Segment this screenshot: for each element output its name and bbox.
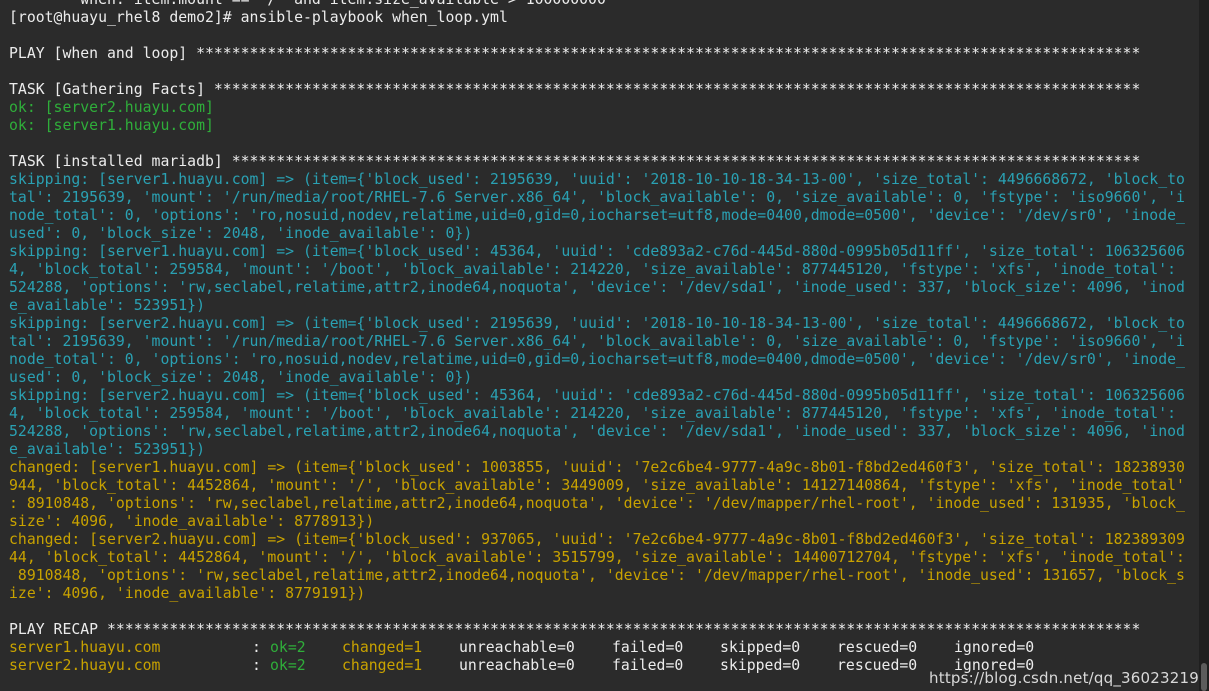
terminal-line: when: item.mount == '/' and item.size_av… <box>9 0 606 9</box>
recap-failed: failed=0 <box>612 639 684 656</box>
terminal-line: 44, 'block_total': 4452864, 'mount': '/'… <box>9 549 1185 566</box>
recap-ignored: ignored=0 <box>954 639 1035 656</box>
terminal-line: 944, 'block_total': 4452864, 'mount': '/… <box>9 477 1185 494</box>
terminal-line: ize': 4096, 'inode_available': 8779191}) <box>9 585 366 602</box>
recap-rescued: rescued=0 <box>837 657 918 674</box>
terminal-line: e_available': 523951}) <box>9 441 205 458</box>
terminal-line: TASK [Gathering Facts] *****************… <box>9 81 1141 98</box>
terminal-line: skipping: [server1.huayu.com] => (item={… <box>9 171 1185 188</box>
recap-ok: ok=2 <box>270 657 306 674</box>
terminal-line: used': 0, 'block_size': 2048, 'inode_ava… <box>9 369 473 386</box>
terminal-line: 4, 'block_total': 259584, 'mount': '/boo… <box>9 405 1177 422</box>
terminal-line: e_available': 523951}) <box>9 297 205 314</box>
terminal-line: skipping: [server1.huayu.com] => (item={… <box>9 243 1185 260</box>
terminal-line: PLAY [when and loop] *******************… <box>9 45 1141 62</box>
recap-skipped: skipped=0 <box>720 639 801 656</box>
recap-rescued: rescued=0 <box>837 639 918 656</box>
terminal-line: 524288, 'options': 'rw,seclabel,relatime… <box>9 279 1185 296</box>
terminal-line: used': 0, 'block_size': 2048, 'inode_ava… <box>9 225 473 242</box>
recap-changed: changed=1 <box>342 639 423 656</box>
terminal-line: TASK [installed mariadb] ***************… <box>9 153 1141 170</box>
terminal-line: tal': 2195639, 'mount': '/run/media/root… <box>9 333 1185 350</box>
recap-failed: failed=0 <box>612 657 684 674</box>
recap-sep: : <box>252 657 270 674</box>
terminal-output[interactable]: when: item.mount == '/' and item.size_av… <box>0 0 1199 691</box>
recap-unreachable: unreachable=0 <box>459 639 575 656</box>
recap-unreachable: unreachable=0 <box>459 657 575 674</box>
scrollbar[interactable] <box>1199 0 1209 691</box>
terminal-line: 8910848, 'options': 'rw,seclabel,relatim… <box>9 567 1185 584</box>
recap-sep: : <box>252 639 270 656</box>
terminal-line: [root@huayu_rhel8 demo2]# ansible-playbo… <box>9 9 508 26</box>
terminal-line: ok: [server1.huayu.com] <box>9 117 214 134</box>
terminal-line: 4, 'block_total': 259584, 'mount': '/boo… <box>9 261 1177 278</box>
terminal-line: changed: [server2.huayu.com] => (item={'… <box>9 531 1185 548</box>
terminal-line: node_total': 0, 'options': 'ro,nosuid,no… <box>9 207 1185 224</box>
recap-ok: ok=2 <box>270 639 306 656</box>
terminal-line: : 8910848, 'options': 'rw,seclabel,relat… <box>9 495 1185 512</box>
terminal-line: changed: [server1.huayu.com] => (item={'… <box>9 459 1185 476</box>
recap-host: server1.huayu.com <box>9 639 161 656</box>
terminal-line: PLAY RECAP *****************************… <box>9 621 1141 638</box>
terminal-line: ok: [server2.huayu.com] <box>9 99 214 116</box>
terminal-line: 524288, 'options': 'rw,seclabel,relatime… <box>9 423 1185 440</box>
recap-host: server2.huayu.com <box>9 657 161 674</box>
recap-changed: changed=1 <box>342 657 423 674</box>
terminal-line: skipping: [server2.huayu.com] => (item={… <box>9 387 1185 404</box>
watermark-text: https://blog.csdn.net/qq_36023219 <box>929 669 1199 687</box>
terminal-line: tal': 2195639, 'mount': '/run/media/root… <box>9 189 1185 206</box>
scrollbar-thumb[interactable] <box>1201 663 1207 691</box>
terminal-line: size': 4096, 'inode_available': 8778913}… <box>9 513 375 530</box>
terminal-line: skipping: [server2.huayu.com] => (item={… <box>9 315 1185 332</box>
recap-skipped: skipped=0 <box>720 657 801 674</box>
terminal-line: node_total': 0, 'options': 'ro,nosuid,no… <box>9 351 1185 368</box>
